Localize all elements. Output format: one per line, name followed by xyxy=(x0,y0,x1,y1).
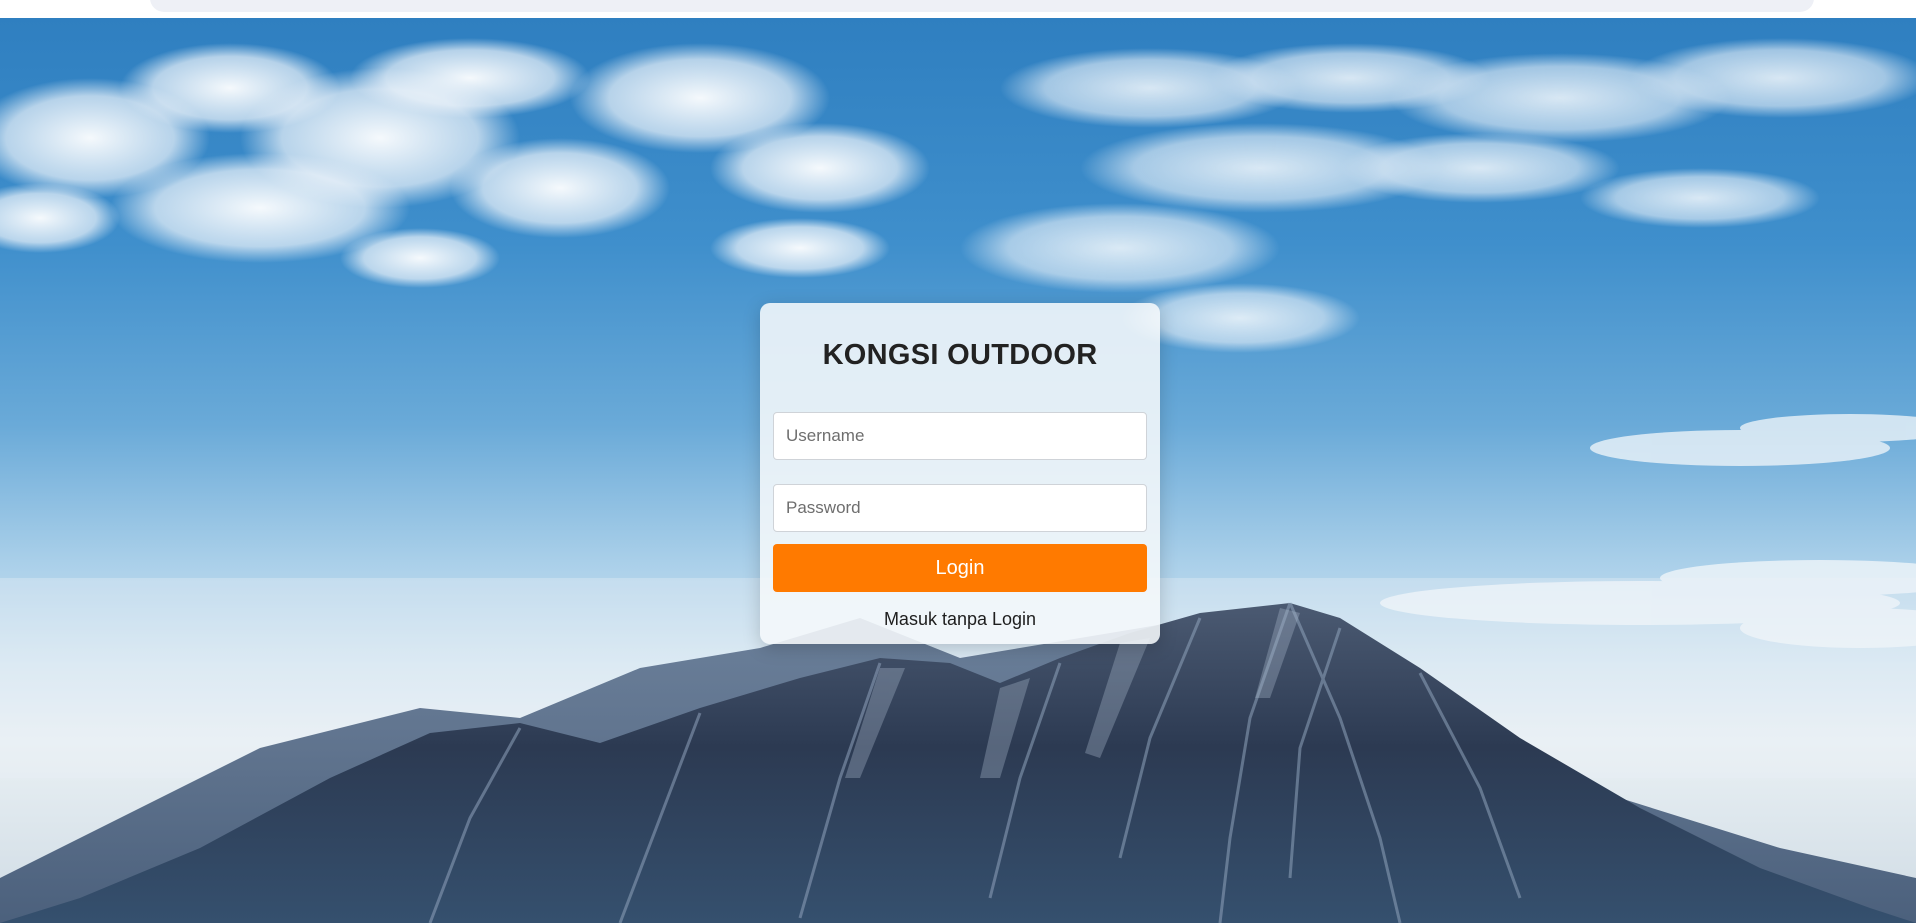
guest-login-link[interactable]: Masuk tanpa Login xyxy=(760,609,1160,630)
clouds-upper-left xyxy=(0,38,930,288)
browser-address-bar-remnant xyxy=(150,0,1814,12)
login-button[interactable]: Login xyxy=(773,544,1147,592)
brand-title: KONGSI OUTDOOR xyxy=(822,339,1098,371)
login-card: KONGSI OUTDOOR Login Masuk tanpa Login xyxy=(760,303,1160,644)
username-input[interactable] xyxy=(773,412,1147,460)
browser-top-strip xyxy=(0,0,1916,18)
password-input[interactable] xyxy=(773,484,1147,532)
